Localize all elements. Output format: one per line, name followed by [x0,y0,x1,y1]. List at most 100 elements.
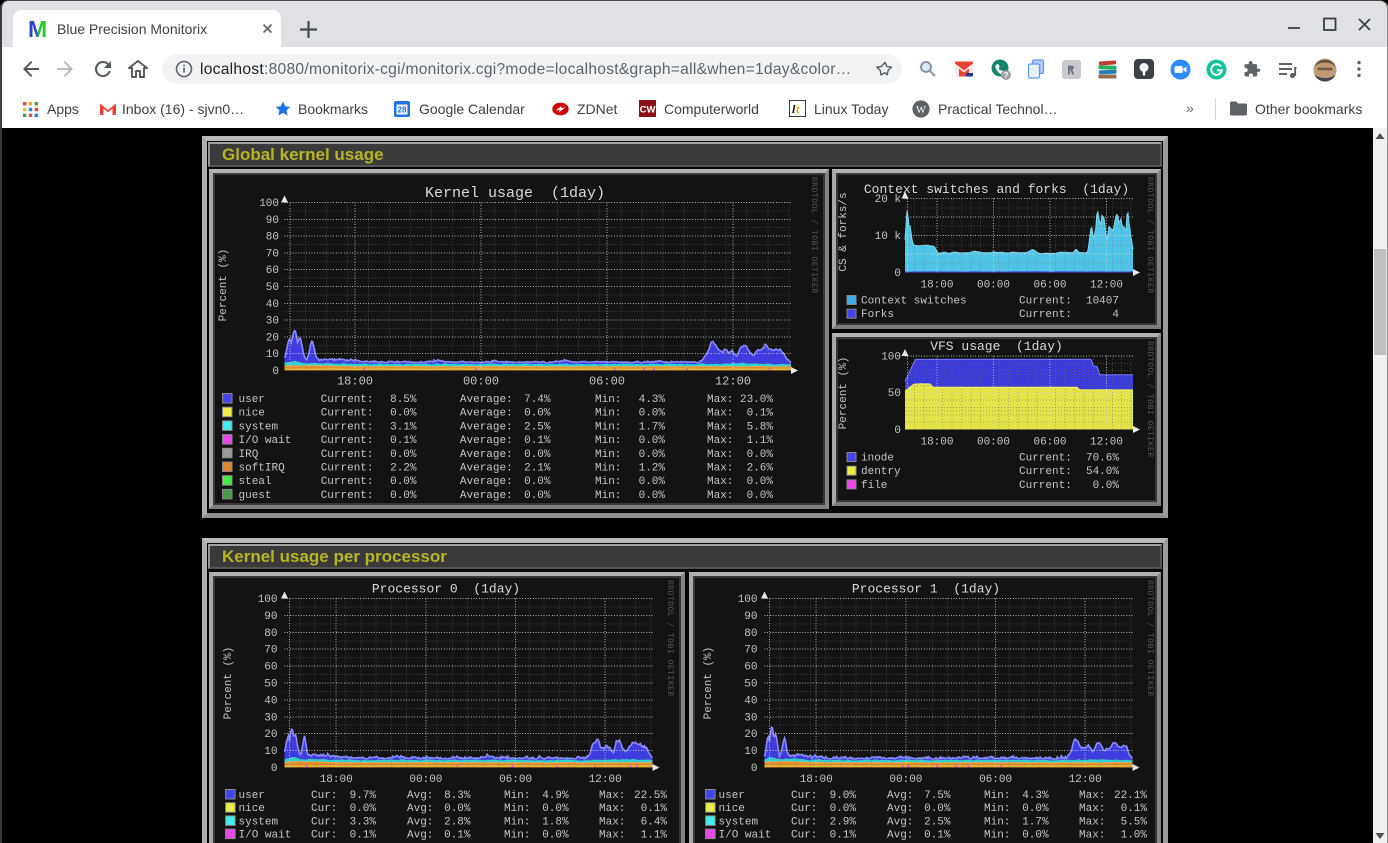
svg-text:Avg:: Avg: [407,803,433,815]
svg-text:Current:: Current: [321,476,374,488]
svg-text:Average:: Average: [460,463,513,475]
svg-text:RRDTOOL / TOBI OETIKER: RRDTOOL / TOBI OETIKER [809,177,818,294]
svg-text:VFS usage (1day): VFS usage (1day) [930,339,1063,354]
svg-text:Max:: Max: [1079,803,1105,815]
svg-text:10: 10 [744,746,757,758]
svg-text:Current:: Current: [321,490,374,502]
svg-text:0: 0 [751,763,758,775]
svg-text:80: 80 [266,232,279,244]
svg-text:4.9%: 4.9% [542,790,569,802]
svg-text:12:00: 12:00 [589,774,622,786]
svg-text:5.8%: 5.8% [747,421,774,433]
svg-text:file: file [861,480,887,492]
svg-text:Percent (%): Percent (%) [223,647,235,720]
svg-text:Current:: Current: [321,408,374,420]
svg-text:2.9%: 2.9% [830,816,857,828]
svg-text:10407: 10407 [1086,296,1119,308]
svg-text:06:00: 06:00 [589,375,625,389]
svg-text:Current:: Current: [1019,296,1072,308]
svg-text:Processor 0 (1day): Processor 0 (1day) [372,582,520,597]
svg-text:Current:: Current: [1019,309,1072,321]
svg-text:Average:: Average: [460,421,513,433]
svg-text:8.5%: 8.5% [390,394,417,406]
svg-text:0.0%: 0.0% [1022,830,1049,842]
svg-text:Max:: Max: [707,476,733,488]
svg-text:70: 70 [744,645,757,657]
svg-text:Max:: Max: [707,394,733,406]
svg-text:Min:: Min: [595,435,621,447]
svg-text:Avg:: Avg: [887,830,913,842]
svg-text:0.0%: 0.0% [747,449,774,461]
svg-text:80: 80 [264,628,277,640]
svg-text:2.2%: 2.2% [390,463,417,475]
svg-text:9.7%: 9.7% [350,790,377,802]
svg-text:Max:: Max: [707,421,733,433]
svg-text:40: 40 [264,695,277,707]
svg-text:RRDTOOL / TOBI OETIKER: RRDTOOL / TOBI OETIKER [665,580,674,697]
svg-text:1.1%: 1.1% [747,435,774,447]
svg-text:I/O wait: I/O wait [239,435,292,447]
svg-text:12:00: 12:00 [1069,774,1102,786]
svg-text:30: 30 [266,316,279,328]
svg-text:RRDTOOL / TOBI OETIKER: RRDTOOL / TOBI OETIKER [1145,580,1154,697]
svg-text:20 k: 20 k [875,194,902,206]
svg-text:Cur:: Cur: [311,790,337,802]
svg-text:0.0%: 0.0% [542,830,569,842]
svg-text:70.6%: 70.6% [1086,453,1119,465]
svg-text:20: 20 [266,332,279,344]
svg-text:2.6%: 2.6% [747,463,774,475]
svg-text:22.5%: 22.5% [634,790,667,802]
svg-text:Context switches: Context switches [861,296,967,308]
svg-text:dentry: dentry [861,466,901,478]
svg-text:softIRQ: softIRQ [239,463,286,475]
svg-text:70: 70 [264,645,277,657]
svg-text:90: 90 [264,611,277,623]
svg-text:0.0%: 0.0% [524,490,551,502]
svg-text:0.0%: 0.0% [1093,480,1120,492]
svg-text:nice: nice [239,408,265,420]
svg-text:6.4%: 6.4% [641,816,668,828]
svg-text:Max:: Max: [599,816,625,828]
svg-text:inode: inode [861,453,894,465]
svg-text:Max:: Max: [707,490,733,502]
svg-text:8.3%: 8.3% [444,790,471,802]
svg-text:nice: nice [239,803,265,815]
svg-text:system: system [719,816,759,828]
svg-text:0.0%: 0.0% [524,408,551,420]
svg-text:22.1%: 22.1% [1114,790,1147,802]
svg-text:Max:: Max: [1079,790,1105,802]
svg-text:0.0%: 0.0% [444,803,471,815]
svg-text:Cur:: Cur: [791,830,817,842]
svg-text:Cur:: Cur: [311,816,337,828]
svg-text:100: 100 [881,352,901,364]
svg-text:Average:: Average: [460,490,513,502]
svg-text:user: user [239,790,265,802]
svg-text:0.1%: 0.1% [641,803,668,815]
svg-text:0: 0 [271,763,278,775]
svg-text:Max:: Max: [707,463,733,475]
svg-text:RRDTOOL / TOBI OETIKER: RRDTOOL / TOBI OETIKER [1145,177,1154,294]
svg-text:4.3%: 4.3% [1022,790,1049,802]
svg-text:18:00: 18:00 [337,375,373,389]
svg-text:I/O wait: I/O wait [719,830,772,842]
svg-text:Avg:: Avg: [407,830,433,842]
svg-text:70: 70 [266,248,279,260]
svg-text:1.2%: 1.2% [639,463,666,475]
svg-text:Avg:: Avg: [887,790,913,802]
svg-text:Average:: Average: [460,394,513,406]
svg-text:Max:: Max: [1079,830,1105,842]
svg-text:0.0%: 0.0% [390,490,417,502]
svg-text:2.8%: 2.8% [444,816,471,828]
svg-text:90: 90 [266,215,279,227]
svg-text:50: 50 [266,282,279,294]
svg-text:Forks: Forks [861,309,894,321]
svg-text:Average:: Average: [460,408,513,420]
svg-text:4: 4 [1112,309,1119,321]
svg-text:0.0%: 0.0% [390,476,417,488]
svg-text:40: 40 [744,695,757,707]
svg-text:7.5%: 7.5% [924,790,951,802]
svg-text:18:00: 18:00 [920,437,953,449]
svg-text:2.5%: 2.5% [524,421,551,433]
svg-text:0.1%: 0.1% [444,830,471,842]
svg-text:Min:: Min: [595,476,621,488]
